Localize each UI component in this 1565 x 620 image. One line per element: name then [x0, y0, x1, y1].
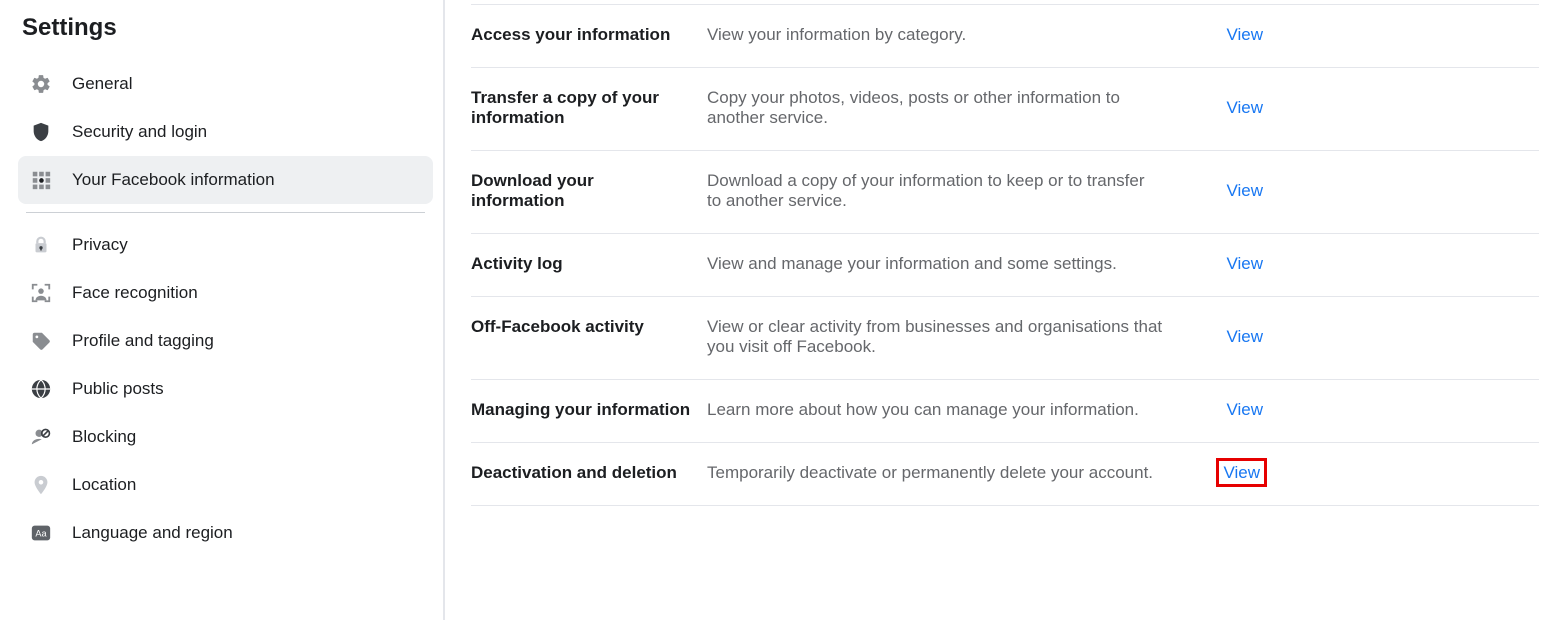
view-link-managing-information[interactable]: View — [1222, 398, 1267, 421]
view-link-transfer-copy[interactable]: View — [1222, 96, 1267, 119]
globe-icon — [28, 376, 54, 402]
row-title: Deactivation and deletion — [471, 463, 707, 483]
tag-icon — [28, 328, 54, 354]
view-link-activity-log[interactable]: View — [1222, 252, 1267, 275]
sidebar-label: Profile and tagging — [72, 331, 214, 351]
row-action: View — [1187, 463, 1267, 483]
sidebar-label: Blocking — [72, 427, 136, 447]
view-link-download-information[interactable]: View — [1222, 179, 1267, 202]
gear-icon — [28, 71, 54, 97]
face-recognition-icon — [28, 280, 54, 306]
row-action: View — [1187, 181, 1267, 201]
sidebar-item-public-posts[interactable]: Public posts — [18, 365, 433, 413]
sidebar-label: Your Facebook information — [72, 170, 275, 190]
row-action: View — [1187, 327, 1267, 347]
row-managing-information: Managing your information Learn more abo… — [471, 380, 1539, 443]
row-transfer-copy: Transfer a copy of your information Copy… — [471, 68, 1539, 151]
sidebar-item-profile-tagging[interactable]: Profile and tagging — [18, 317, 433, 365]
row-desc: Download a copy of your information to k… — [707, 171, 1187, 211]
sidebar-divider — [26, 212, 425, 213]
row-action: View — [1187, 254, 1267, 274]
location-pin-icon — [28, 472, 54, 498]
sidebar-item-security[interactable]: Security and login — [18, 108, 433, 156]
row-access-information: Access your information View your inform… — [471, 4, 1539, 68]
row-activity-log: Activity log View and manage your inform… — [471, 234, 1539, 297]
sidebar-item-face-recognition[interactable]: Face recognition — [18, 269, 433, 317]
view-link-off-facebook-activity[interactable]: View — [1222, 325, 1267, 348]
row-action: View — [1187, 25, 1267, 45]
settings-title: Settings — [22, 14, 433, 42]
sidebar-item-blocking[interactable]: Blocking — [18, 413, 433, 461]
sidebar-label: Language and region — [72, 523, 233, 543]
row-title: Download your information — [471, 171, 707, 211]
svg-text:Aa: Aa — [35, 529, 47, 539]
row-download-information: Download your information Download a cop… — [471, 151, 1539, 234]
sidebar-label: Security and login — [72, 122, 207, 142]
view-link-access-information[interactable]: View — [1222, 23, 1267, 46]
sidebar-item-privacy[interactable]: Privacy — [18, 221, 433, 269]
row-title: Activity log — [471, 254, 707, 274]
row-desc: View and manage your information and som… — [707, 254, 1187, 274]
row-desc: Learn more about how you can manage your… — [707, 400, 1187, 420]
row-title: Off-Facebook activity — [471, 317, 707, 337]
blocking-icon — [28, 424, 54, 450]
shield-icon — [28, 119, 54, 145]
row-title: Managing your information — [471, 400, 707, 420]
row-action: View — [1187, 98, 1267, 118]
row-off-facebook-activity: Off-Facebook activity View or clear acti… — [471, 297, 1539, 380]
sidebar-item-language-region[interactable]: Aa Language and region — [18, 509, 433, 557]
settings-sidebar: Settings General Security and login Your… — [0, 0, 445, 620]
sidebar-item-your-facebook-information[interactable]: Your Facebook information — [18, 156, 433, 204]
row-action: View — [1187, 400, 1267, 420]
sidebar-label: Public posts — [72, 379, 164, 399]
row-desc: Temporarily deactivate or permanently de… — [707, 463, 1187, 483]
sidebar-item-general[interactable]: General — [18, 60, 433, 108]
sidebar-label: Privacy — [72, 235, 128, 255]
sidebar-label: General — [72, 74, 132, 94]
row-deactivation-deletion: Deactivation and deletion Temporarily de… — [471, 443, 1539, 506]
settings-main: Access your information View your inform… — [445, 0, 1565, 620]
language-icon: Aa — [28, 520, 54, 546]
row-title: Access your information — [471, 25, 707, 45]
row-desc: Copy your photos, videos, posts or other… — [707, 88, 1187, 128]
row-desc: View your information by category. — [707, 25, 1187, 45]
sidebar-label: Face recognition — [72, 283, 198, 303]
row-desc: View or clear activity from businesses a… — [707, 317, 1187, 357]
view-link-deactivation-deletion[interactable]: View — [1216, 458, 1267, 487]
lock-icon — [28, 232, 54, 258]
grid-icon — [28, 167, 54, 193]
row-title: Transfer a copy of your information — [471, 88, 707, 128]
sidebar-item-location[interactable]: Location — [18, 461, 433, 509]
sidebar-label: Location — [72, 475, 136, 495]
